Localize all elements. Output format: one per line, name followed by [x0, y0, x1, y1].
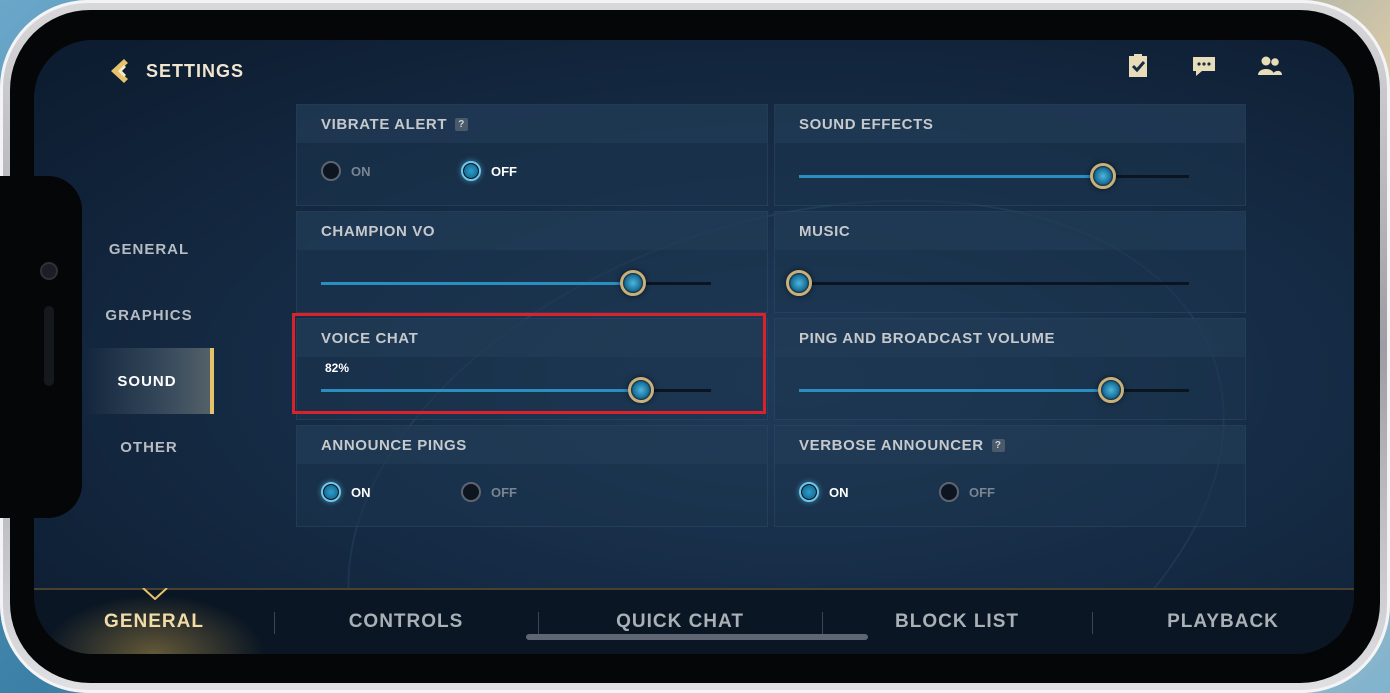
- voice-chat-card: VOICE CHAT 82%: [296, 318, 768, 420]
- slider-fill: [799, 175, 1104, 178]
- voice-chat-value-label: 82%: [325, 361, 350, 375]
- slider-thumb[interactable]: [1090, 163, 1117, 189]
- page-title: SETTINGS: [146, 60, 245, 81]
- clipboard-check-icon[interactable]: [1124, 52, 1152, 80]
- card-title: VOICE CHAT: [321, 329, 419, 347]
- chat-icon[interactable]: [1190, 52, 1218, 80]
- tab-label: CONTROLS: [348, 611, 464, 632]
- help-icon[interactable]: ?: [991, 438, 1005, 452]
- tab-general[interactable]: GENERAL: [34, 590, 274, 654]
- card-header: ANNOUNCE PINGS: [297, 426, 767, 464]
- radio-label: ON: [351, 163, 371, 179]
- voice-chat-slider[interactable]: [321, 377, 711, 403]
- announce-pings-on-radio[interactable]: ON: [321, 482, 461, 502]
- card-title: VERBOSE ANNOUNCER: [799, 436, 984, 454]
- card-title: VIBRATE ALERT: [321, 115, 448, 133]
- card-header: CHAMPION VO: [297, 212, 767, 250]
- radio-group: ON OFF: [799, 482, 1079, 502]
- announce-pings-card: ANNOUNCE PINGS ON OFF: [296, 425, 768, 527]
- sound-effects-slider[interactable]: [799, 163, 1189, 189]
- vibrate-alert-on-radio[interactable]: ON: [321, 161, 461, 181]
- slider-fill: [321, 389, 641, 392]
- card-title: SOUND EFFECTS: [799, 115, 934, 133]
- radio-label: ON: [829, 484, 849, 500]
- back-arrow-icon[interactable]: [106, 56, 136, 86]
- music-slider[interactable]: [786, 270, 1189, 296]
- radio-dot: [321, 161, 341, 181]
- radio-dot: [461, 482, 481, 502]
- slider-fill: [321, 282, 633, 285]
- announce-pings-off-radio[interactable]: OFF: [461, 482, 601, 502]
- speaker-grille: [44, 306, 54, 386]
- radio-dot: [939, 482, 959, 502]
- music-card: MUSIC: [774, 211, 1246, 313]
- sidebar-item-label: SOUND: [117, 372, 177, 390]
- card-title: CHAMPION VO: [321, 222, 436, 240]
- phone-notch: [0, 176, 82, 518]
- tab-quick-chat[interactable]: QUICK CHAT: [538, 590, 822, 654]
- tab-label: BLOCK LIST: [895, 611, 1019, 632]
- sidebar-item-label: GRAPHICS: [105, 306, 193, 324]
- sidebar: GENERAL GRAPHICS SOUND OTHER: [84, 216, 214, 480]
- radio-dot: [321, 482, 341, 502]
- slider-thumb[interactable]: [620, 270, 646, 296]
- card-header: VIBRATE ALERT ?: [297, 105, 767, 143]
- verbose-announcer-on-radio[interactable]: ON: [799, 482, 939, 502]
- champion-vo-slider[interactable]: [321, 270, 711, 296]
- card-title: ANNOUNCE PINGS: [321, 436, 467, 454]
- sidebar-item-graphics[interactable]: GRAPHICS: [84, 282, 214, 348]
- tab-controls[interactable]: CONTROLS: [274, 590, 538, 654]
- ping-broadcast-card: PING AND BROADCAST VOLUME: [774, 318, 1246, 420]
- card-title: PING AND BROADCAST VOLUME: [799, 329, 1056, 347]
- radio-dot: [461, 161, 481, 181]
- settings-screen: SETTINGS GENERAL GRAPHICS SOUND OTHER VI…: [34, 40, 1354, 654]
- radio-group: ON OFF: [321, 482, 601, 502]
- sidebar-item-other[interactable]: OTHER: [84, 414, 214, 480]
- card-header: VOICE CHAT: [297, 319, 767, 357]
- slider-fill: [799, 389, 1111, 392]
- camera-icon: [40, 262, 58, 280]
- tab-playback[interactable]: PLAYBACK: [1092, 590, 1354, 654]
- tab-label: PLAYBACK: [1167, 611, 1279, 632]
- radio-label: OFF: [491, 163, 517, 179]
- verbose-announcer-off-radio[interactable]: OFF: [939, 482, 1079, 502]
- tab-label: GENERAL: [104, 611, 204, 632]
- vibrate-alert-off-radio[interactable]: OFF: [461, 161, 601, 181]
- radio-label: OFF: [491, 484, 517, 500]
- card-title: MUSIC: [799, 222, 851, 240]
- sidebar-item-general[interactable]: GENERAL: [84, 216, 214, 282]
- ping-broadcast-slider[interactable]: [799, 377, 1189, 403]
- friends-icon[interactable]: [1256, 52, 1284, 80]
- sound-effects-card: SOUND EFFECTS: [774, 104, 1246, 206]
- champion-vo-card: CHAMPION VO: [296, 211, 768, 313]
- card-header: VERBOSE ANNOUNCER ?: [775, 426, 1245, 464]
- card-header: MUSIC: [775, 212, 1245, 250]
- bottom-tab-bar: GENERAL CONTROLS QUICK CHAT BLOCK LIST P…: [34, 588, 1354, 654]
- tab-block-list[interactable]: BLOCK LIST: [822, 590, 1092, 654]
- slider-thumb[interactable]: [627, 377, 654, 403]
- bottom-tabs: GENERAL CONTROLS QUICK CHAT BLOCK LIST P…: [34, 590, 1354, 654]
- sidebar-item-label: OTHER: [120, 438, 178, 456]
- tab-label: QUICK CHAT: [616, 611, 744, 632]
- home-indicator[interactable]: [526, 634, 868, 640]
- radio-label: ON: [351, 484, 371, 500]
- sidebar-item-sound[interactable]: SOUND: [84, 348, 214, 414]
- verbose-announcer-card: VERBOSE ANNOUNCER ? ON OFF: [774, 425, 1246, 527]
- slider-thumb[interactable]: [786, 270, 812, 296]
- top-icons: [1124, 52, 1284, 80]
- vibrate-alert-card: VIBRATE ALERT ? ON OFF: [296, 104, 768, 206]
- radio-label: OFF: [969, 484, 995, 500]
- slider-thumb[interactable]: [1098, 377, 1124, 403]
- header: SETTINGS: [106, 56, 244, 86]
- sidebar-item-label: GENERAL: [108, 240, 190, 258]
- card-header: SOUND EFFECTS: [775, 105, 1245, 143]
- card-header: PING AND BROADCAST VOLUME: [775, 319, 1245, 357]
- radio-dot: [799, 482, 819, 502]
- radio-group: ON OFF: [321, 161, 601, 181]
- help-icon[interactable]: ?: [455, 117, 469, 131]
